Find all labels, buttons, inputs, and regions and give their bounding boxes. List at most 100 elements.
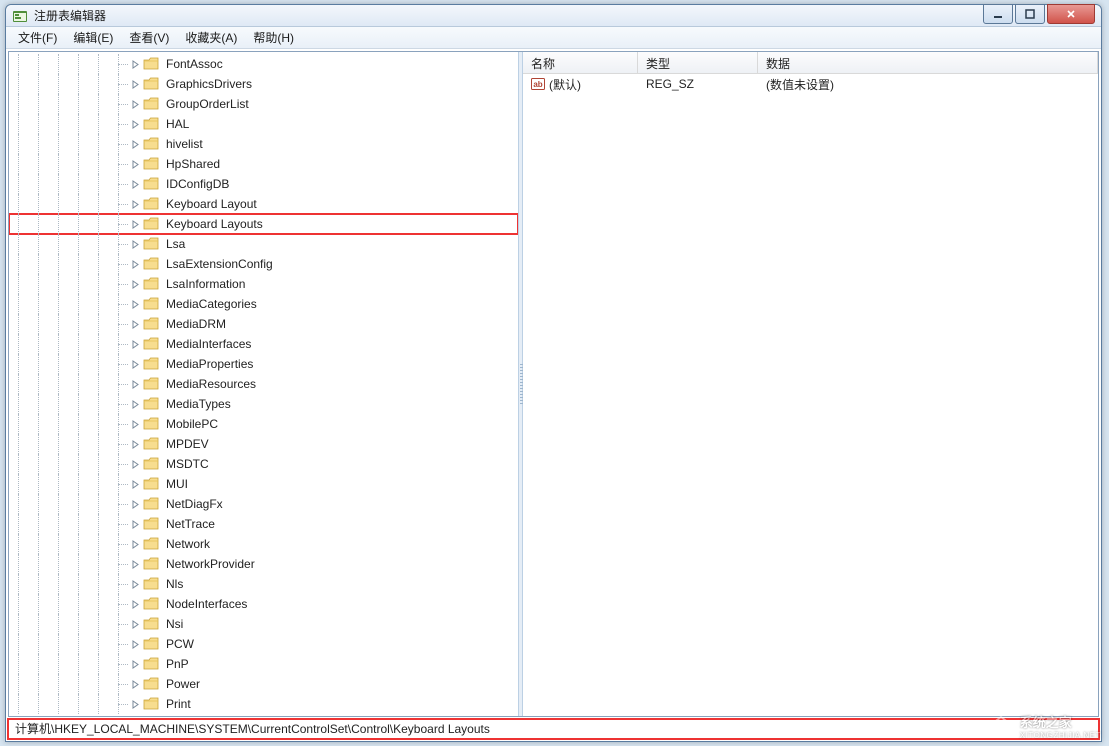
chevron-right-icon[interactable]: [129, 518, 141, 530]
chevron-right-icon[interactable]: [129, 218, 141, 230]
tree-item[interactable]: Keyboard Layout: [9, 194, 518, 214]
tree-item[interactable]: Nsi: [9, 614, 518, 634]
chevron-right-icon[interactable]: [129, 678, 141, 690]
chevron-right-icon[interactable]: [129, 498, 141, 510]
chevron-right-icon[interactable]: [129, 618, 141, 630]
chevron-right-icon[interactable]: [129, 238, 141, 250]
tree-item[interactable]: GroupOrderList: [9, 94, 518, 114]
chevron-right-icon[interactable]: [129, 418, 141, 430]
splitter[interactable]: [518, 52, 523, 716]
tree-item-label: MediaInterfaces: [163, 336, 254, 352]
chevron-right-icon[interactable]: [129, 698, 141, 710]
tree-item-label: MobilePC: [163, 416, 221, 432]
chevron-right-icon[interactable]: [129, 478, 141, 490]
tree-pane[interactable]: FontAssocGraphicsDriversGroupOrderListHA…: [9, 52, 518, 716]
chevron-right-icon[interactable]: [129, 538, 141, 550]
tree-item[interactable]: NodeInterfaces: [9, 594, 518, 614]
close-button[interactable]: [1047, 4, 1095, 24]
tree-item[interactable]: Nls: [9, 574, 518, 594]
tree-item[interactable]: HpShared: [9, 154, 518, 174]
tree-item[interactable]: Network: [9, 534, 518, 554]
tree-item[interactable]: LsaInformation: [9, 274, 518, 294]
tree-item[interactable]: Power: [9, 674, 518, 694]
menu-edit[interactable]: 编辑(E): [65, 27, 121, 48]
tree-item-label: MSDTC: [163, 456, 212, 472]
chevron-right-icon[interactable]: [129, 338, 141, 350]
tree-item[interactable]: MediaProperties: [9, 354, 518, 374]
values-header: 名称 类型 数据: [523, 52, 1098, 74]
chevron-right-icon[interactable]: [129, 178, 141, 190]
value-row[interactable]: (默认)REG_SZ(数值未设置): [523, 74, 1098, 94]
tree-item[interactable]: NetTrace: [9, 514, 518, 534]
menu-favorites[interactable]: 收藏夹(A): [177, 27, 245, 48]
chevron-right-icon[interactable]: [129, 78, 141, 90]
tree-item[interactable]: MSDTC: [9, 454, 518, 474]
tree-item[interactable]: IDConfigDB: [9, 174, 518, 194]
col-header-type[interactable]: 类型: [638, 52, 758, 73]
tree-item-label: LsaExtensionConfig: [163, 256, 276, 272]
chevron-right-icon[interactable]: [129, 318, 141, 330]
values-pane[interactable]: 名称 类型 数据 (默认)REG_SZ(数值未设置): [523, 52, 1098, 716]
folder-icon: [143, 77, 159, 91]
tree-item[interactable]: GraphicsDrivers: [9, 74, 518, 94]
minimize-button[interactable]: [983, 4, 1013, 24]
tree-item[interactable]: MediaDRM: [9, 314, 518, 334]
chevron-right-icon[interactable]: [129, 438, 141, 450]
folder-icon: [143, 237, 159, 251]
folder-icon: [143, 417, 159, 431]
menu-file[interactable]: 文件(F): [10, 27, 65, 48]
folder-icon: [143, 137, 159, 151]
chevron-right-icon[interactable]: [129, 378, 141, 390]
chevron-right-icon[interactable]: [129, 398, 141, 410]
chevron-right-icon[interactable]: [129, 198, 141, 210]
tree-item-label: MediaCategories: [163, 296, 260, 312]
chevron-right-icon[interactable]: [129, 558, 141, 570]
tree-item[interactable]: MPDEV: [9, 434, 518, 454]
titlebar[interactable]: 注册表编辑器: [6, 5, 1101, 27]
values-rows: (默认)REG_SZ(数值未设置): [523, 74, 1098, 94]
tree-item[interactable]: MediaInterfaces: [9, 334, 518, 354]
tree-item[interactable]: PnP: [9, 654, 518, 674]
tree-item[interactable]: NetworkProvider: [9, 554, 518, 574]
panes: FontAssocGraphicsDriversGroupOrderListHA…: [8, 51, 1099, 717]
tree-item[interactable]: Keyboard Layouts: [9, 214, 518, 234]
chevron-right-icon[interactable]: [129, 118, 141, 130]
chevron-right-icon[interactable]: [129, 158, 141, 170]
folder-icon: [143, 577, 159, 591]
chevron-right-icon[interactable]: [129, 578, 141, 590]
tree-item[interactable]: HAL: [9, 114, 518, 134]
tree-item[interactable]: MUI: [9, 474, 518, 494]
tree-item[interactable]: FontAssoc: [9, 54, 518, 74]
menu-help[interactable]: 帮助(H): [245, 27, 302, 48]
tree-item[interactable]: MediaCategories: [9, 294, 518, 314]
folder-icon: [143, 257, 159, 271]
tree-item[interactable]: Print: [9, 694, 518, 714]
col-header-name[interactable]: 名称: [523, 52, 638, 73]
chevron-right-icon[interactable]: [129, 358, 141, 370]
tree-item[interactable]: LsaExtensionConfig: [9, 254, 518, 274]
folder-icon: [143, 557, 159, 571]
maximize-button[interactable]: [1015, 4, 1045, 24]
tree-item[interactable]: PCW: [9, 634, 518, 654]
tree-item[interactable]: NetDiagFx: [9, 494, 518, 514]
chevron-right-icon[interactable]: [129, 638, 141, 650]
chevron-right-icon[interactable]: [129, 458, 141, 470]
tree-item[interactable]: Lsa: [9, 234, 518, 254]
chevron-right-icon[interactable]: [129, 658, 141, 670]
tree-item[interactable]: MediaResources: [9, 374, 518, 394]
chevron-right-icon[interactable]: [129, 258, 141, 270]
chevron-right-icon[interactable]: [129, 98, 141, 110]
col-header-data[interactable]: 数据: [758, 52, 1098, 73]
tree-item[interactable]: MediaTypes: [9, 394, 518, 414]
chevron-right-icon[interactable]: [129, 138, 141, 150]
tree-item-label: Print: [163, 696, 194, 712]
chevron-right-icon[interactable]: [129, 278, 141, 290]
tree-item[interactable]: hivelist: [9, 134, 518, 154]
menu-view[interactable]: 查看(V): [121, 27, 177, 48]
window-controls: [983, 4, 1095, 24]
tree-item[interactable]: MobilePC: [9, 414, 518, 434]
chevron-right-icon[interactable]: [129, 58, 141, 70]
chevron-right-icon[interactable]: [129, 298, 141, 310]
chevron-right-icon[interactable]: [129, 598, 141, 610]
tree-item-label: hivelist: [163, 136, 206, 152]
